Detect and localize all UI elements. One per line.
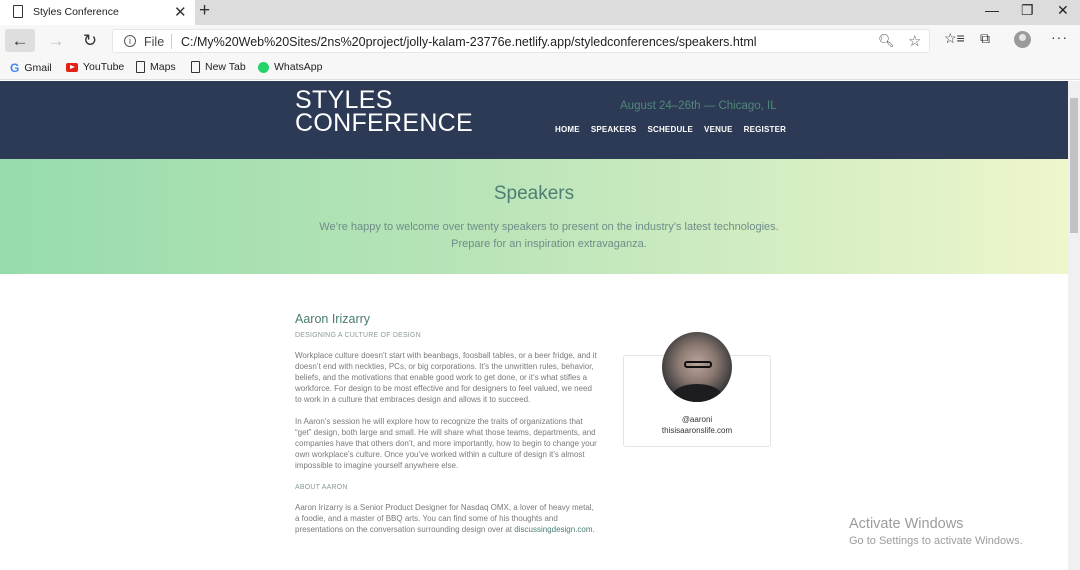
zoom-icon[interactable]: 🔍︎ xyxy=(878,33,895,49)
site-header: STYLES CONFERENCE August 24–26th — Chica… xyxy=(0,81,1068,159)
watermark-subtitle: Go to Settings to activate Windows. xyxy=(849,535,1023,547)
browser-tab[interactable]: Styles Conference ✕ xyxy=(0,0,195,25)
bookmark-youtube[interactable]: YouTube xyxy=(66,61,124,73)
bookmarks-bar: G Gmail YouTube Maps New Tab WhatsApp xyxy=(0,56,1080,80)
watermark-title: Activate Windows xyxy=(849,516,964,532)
page-viewport: STYLES CONFERENCE August 24–26th — Chica… xyxy=(0,81,1068,570)
bookmark-label: New Tab xyxy=(205,61,246,73)
about-end: . xyxy=(592,525,595,534)
collections-icon[interactable]: ⧉ xyxy=(980,30,990,47)
bookmark-label: YouTube xyxy=(83,61,125,73)
talk-description-1: Workplace culture doesn’t start with bea… xyxy=(295,351,597,404)
nav-speakers[interactable]: SPEAKERS xyxy=(591,125,637,134)
site-logo[interactable]: STYLES CONFERENCE xyxy=(295,88,474,137)
scrollbar-thumb[interactable] xyxy=(1070,98,1078,233)
more-menu-icon[interactable]: ··· xyxy=(1051,29,1068,45)
discussing-design-link[interactable]: discussingdesign.com xyxy=(514,525,592,534)
page-icon xyxy=(13,5,23,18)
url-text[interactable]: C:/My%20Web%20Sites/2ns%20project/jolly-… xyxy=(181,35,757,49)
hero-section: Speakers We’re happy to welcome over twe… xyxy=(0,159,1068,274)
speaker-handle[interactable]: @aaroni xyxy=(623,415,771,424)
nav-schedule[interactable]: SCHEDULE xyxy=(647,125,693,134)
favorites-icon[interactable]: ☆≡ xyxy=(944,30,965,47)
glasses-shape xyxy=(684,361,712,368)
tab-title: Styles Conference xyxy=(33,6,119,18)
bookmark-gmail[interactable]: G Gmail xyxy=(10,61,52,75)
reload-icon[interactable]: ↻ xyxy=(75,29,105,52)
speaker-photo xyxy=(662,332,732,402)
bookmark-whatsapp[interactable]: WhatsApp xyxy=(258,61,322,73)
bookmark-label: Gmail xyxy=(24,62,52,74)
tab-bar: Styles Conference ✕ + — ❐ ✕ xyxy=(0,0,1080,25)
bookmark-label: Maps xyxy=(150,61,176,73)
hero-subtitle-line-2: Prepare for an inspiration extravaganza. xyxy=(451,238,647,250)
close-tab-icon[interactable]: ✕ xyxy=(174,3,187,21)
info-icon[interactable]: i xyxy=(124,35,136,47)
forward-icon[interactable]: → xyxy=(41,29,71,52)
bookmark-new-tab[interactable]: New Tab xyxy=(191,61,246,73)
speaker-website[interactable]: thisisaaronslife.com xyxy=(623,426,771,435)
page-scrollbar[interactable] xyxy=(1068,81,1080,570)
hero-subtitle: We’re happy to welcome over twenty speak… xyxy=(0,219,1068,253)
talk-description-2: In Aaron’s session he will explore how t… xyxy=(295,417,597,470)
url-separator xyxy=(171,34,172,49)
restore-icon[interactable]: ❐ xyxy=(1021,2,1034,19)
talk-title: DESIGNING A CULTURE OF DESIGN xyxy=(295,332,421,339)
google-icon: G xyxy=(10,61,20,75)
page-icon xyxy=(136,61,145,73)
nav-register[interactable]: REGISTER xyxy=(744,125,787,134)
bookmark-maps[interactable]: Maps xyxy=(136,61,176,73)
back-icon[interactable]: ← xyxy=(5,29,35,52)
url-scheme: File xyxy=(144,35,165,49)
speaker-details: Aaron Irizarry DESIGNING A CULTURE OF DE… xyxy=(295,312,605,535)
logo-line-2: CONFERENCE xyxy=(295,109,474,137)
bookmark-label: WhatsApp xyxy=(274,61,323,73)
about-text: Aaron Irizarry is a Senior Product Desig… xyxy=(295,502,600,535)
favorite-star-icon[interactable]: ☆ xyxy=(908,32,921,50)
event-tagline: August 24–26th — Chicago, IL xyxy=(620,100,777,112)
nav-venue[interactable]: VENUE xyxy=(704,125,733,134)
page-title: Speakers xyxy=(493,183,575,204)
hero-subtitle-line-1: We’re happy to welcome over twenty speak… xyxy=(319,221,779,233)
activate-windows-watermark: Activate Windows Go to Settings to activ… xyxy=(849,516,1023,547)
youtube-icon xyxy=(66,62,78,72)
primary-nav: HOME SPEAKERS SCHEDULE VENUE REGISTER xyxy=(555,125,786,134)
whatsapp-icon xyxy=(258,61,269,73)
close-window-icon[interactable]: ✕ xyxy=(1057,2,1069,19)
address-bar-row: ← → ↻ i File C:/My%20Web%20Sites/2ns%20p… xyxy=(0,25,1080,56)
nav-home[interactable]: HOME xyxy=(555,125,580,134)
page-icon xyxy=(191,61,200,73)
shirt-shape xyxy=(672,384,722,402)
profile-avatar-icon[interactable] xyxy=(1014,31,1031,48)
url-input[interactable]: i File C:/My%20Web%20Sites/2ns%20project… xyxy=(112,29,930,53)
minimize-icon[interactable]: — xyxy=(985,2,999,18)
speaker-name: Aaron Irizarry xyxy=(295,312,371,326)
about-heading: ABOUT AARON xyxy=(295,484,348,491)
new-tab-button[interactable]: + xyxy=(199,0,210,22)
